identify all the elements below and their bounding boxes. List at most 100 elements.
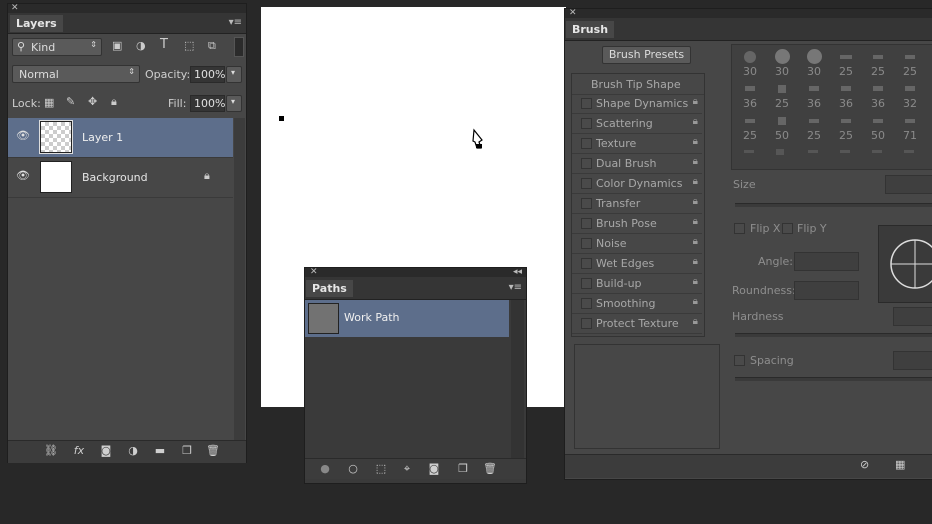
fill-dropdown[interactable]: ▾	[226, 95, 242, 112]
lock-icon[interactable]: 🔒︎	[693, 96, 698, 107]
checkbox[interactable]	[581, 318, 592, 329]
option-shape-dynamics[interactable]: Shape Dynamics 🔒︎	[572, 94, 702, 114]
spacing-input[interactable]	[893, 351, 932, 370]
filter-adjustment-icon[interactable]: ◑	[136, 39, 146, 52]
spacing-checkbox[interactable]	[734, 355, 745, 366]
trash-icon[interactable]: 🗑︎	[205, 444, 221, 457]
brush-tip[interactable]: 25	[830, 48, 862, 80]
flip-y-checkbox[interactable]	[782, 223, 793, 234]
filter-pixel-icon[interactable]: ▣	[112, 39, 122, 52]
lock-position-icon[interactable]: ✥	[88, 95, 97, 108]
lock-all-icon[interactable]: 🔒︎	[111, 95, 117, 109]
blend-mode-select[interactable]: Normal ⇕	[12, 65, 140, 83]
brush-tip-shape-item[interactable]: Brush Tip Shape	[572, 74, 704, 95]
make-path-icon[interactable]: ⌖	[399, 462, 415, 476]
brush-tip[interactable]: 50	[862, 112, 894, 144]
option-build-up[interactable]: Build-up 🔒︎	[572, 274, 702, 294]
lock-icon[interactable]: 🔒︎	[693, 296, 698, 307]
brush-tip[interactable]: 50	[766, 112, 798, 144]
angle-input[interactable]	[794, 252, 859, 271]
lock-icon[interactable]: 🔒︎	[693, 116, 698, 127]
brush-tip[interactable]: 25	[734, 112, 766, 144]
new-layer-icon[interactable]: ❐	[179, 444, 195, 457]
close-icon[interactable]: ✕	[310, 268, 318, 277]
scrollbar[interactable]	[511, 300, 524, 458]
stroke-path-icon[interactable]: ○	[345, 462, 361, 475]
option-noise[interactable]: Noise 🔒︎	[572, 234, 702, 254]
brush-tip[interactable]: 25	[894, 48, 926, 80]
visibility-eye-icon[interactable]: 👁︎	[16, 169, 30, 182]
tab-brush[interactable]: Brush	[566, 21, 615, 38]
brush-tip[interactable]: 71	[894, 112, 926, 144]
visibility-eye-icon[interactable]: 👁︎	[16, 129, 30, 142]
layer-row-background[interactable]: 👁︎ Background 🔒︎	[8, 158, 233, 198]
scrollbar[interactable]	[234, 118, 245, 440]
lock-image-icon[interactable]: ✎	[66, 95, 75, 108]
option-texture[interactable]: Texture 🔒︎	[572, 134, 702, 154]
checkbox[interactable]	[581, 238, 592, 249]
lock-icon[interactable]: 🔒︎	[693, 256, 698, 267]
brush-tip[interactable]: 36	[862, 80, 894, 112]
brush-grid-icon[interactable]: ▦	[895, 458, 905, 471]
hardness-slider[interactable]	[735, 333, 932, 337]
checkbox[interactable]	[581, 98, 592, 109]
lock-icon[interactable]: 🔒︎	[693, 196, 698, 207]
link-icon[interactable]: ⛓	[43, 444, 59, 457]
lock-icon[interactable]: 🔒︎	[693, 236, 698, 247]
collapse-icon[interactable]: ◂◂	[513, 268, 522, 277]
brush-tip[interactable]: 25	[862, 48, 894, 80]
filter-toggle[interactable]	[234, 37, 244, 57]
layer-name[interactable]: Layer 1	[82, 131, 123, 144]
brush-tip[interactable]: 25	[766, 80, 798, 112]
fill-path-icon[interactable]: ●	[317, 462, 333, 475]
lock-icon[interactable]: 🔒︎	[693, 136, 698, 147]
toggle-live-tip-icon[interactable]: ⊘	[860, 458, 869, 471]
checkbox[interactable]	[581, 138, 592, 149]
filter-type-icon[interactable]: T	[160, 37, 168, 52]
brush-tip[interactable]: 30	[798, 48, 830, 80]
brush-presets-button[interactable]: Brush Presets	[602, 46, 691, 64]
spacing-slider[interactable]	[735, 377, 932, 381]
brush-tip[interactable]: 30	[766, 48, 798, 80]
filter-shape-icon[interactable]: ⬚	[184, 39, 194, 52]
new-path-icon[interactable]: ❐	[455, 462, 471, 475]
close-icon[interactable]: ✕	[11, 4, 19, 13]
opacity-dropdown[interactable]: ▾	[226, 66, 242, 83]
option-dual-brush[interactable]: Dual Brush 🔒︎	[572, 154, 702, 174]
brush-tip-grid[interactable]: 30 30 30 25 25 25 36 25 36 36 36 32 25 5…	[731, 44, 932, 170]
lock-icon[interactable]: 🔒︎	[693, 216, 698, 227]
brush-tip[interactable]: 36	[798, 80, 830, 112]
brush-tip[interactable]: 36	[734, 80, 766, 112]
option-scattering[interactable]: Scattering 🔒︎	[572, 114, 702, 134]
checkbox[interactable]	[581, 198, 592, 209]
close-icon[interactable]: ✕	[569, 9, 577, 18]
flip-x-checkbox[interactable]	[734, 223, 745, 234]
checkbox[interactable]	[581, 298, 592, 309]
size-input[interactable]	[885, 175, 932, 194]
filter-kind-select[interactable]: ⚲ Kind ⇕	[12, 38, 102, 56]
brush-tip[interactable]: 32	[894, 80, 926, 112]
hardness-input[interactable]	[893, 307, 932, 326]
fill-input[interactable]: 100%	[190, 95, 225, 112]
load-selection-icon[interactable]: ⬚	[373, 462, 389, 475]
option-wet-edges[interactable]: Wet Edges 🔒︎	[572, 254, 702, 274]
angle-roundness-widget[interactable]	[878, 225, 932, 303]
option-brush-pose[interactable]: Brush Pose 🔒︎	[572, 214, 702, 234]
checkbox[interactable]	[581, 158, 592, 169]
option-protect-texture[interactable]: Protect Texture 🔒︎	[572, 314, 702, 334]
lock-icon[interactable]: 🔒︎	[693, 156, 698, 167]
brush-tip[interactable]: 25	[798, 112, 830, 144]
brush-tip[interactable]: 30	[734, 48, 766, 80]
option-color-dynamics[interactable]: Color Dynamics 🔒︎	[572, 174, 702, 194]
checkbox[interactable]	[581, 218, 592, 229]
size-slider[interactable]	[735, 203, 932, 207]
tab-layers[interactable]: Layers	[10, 15, 63, 32]
path-name[interactable]: Work Path	[344, 311, 400, 324]
brush-tip[interactable]: 25	[830, 112, 862, 144]
lock-icon[interactable]: 🔒︎	[693, 316, 698, 327]
roundness-input[interactable]	[794, 281, 859, 300]
checkbox[interactable]	[581, 258, 592, 269]
path-anchor-point[interactable]	[279, 116, 284, 121]
checkbox[interactable]	[581, 278, 592, 289]
opacity-input[interactable]: 100%	[190, 66, 225, 83]
